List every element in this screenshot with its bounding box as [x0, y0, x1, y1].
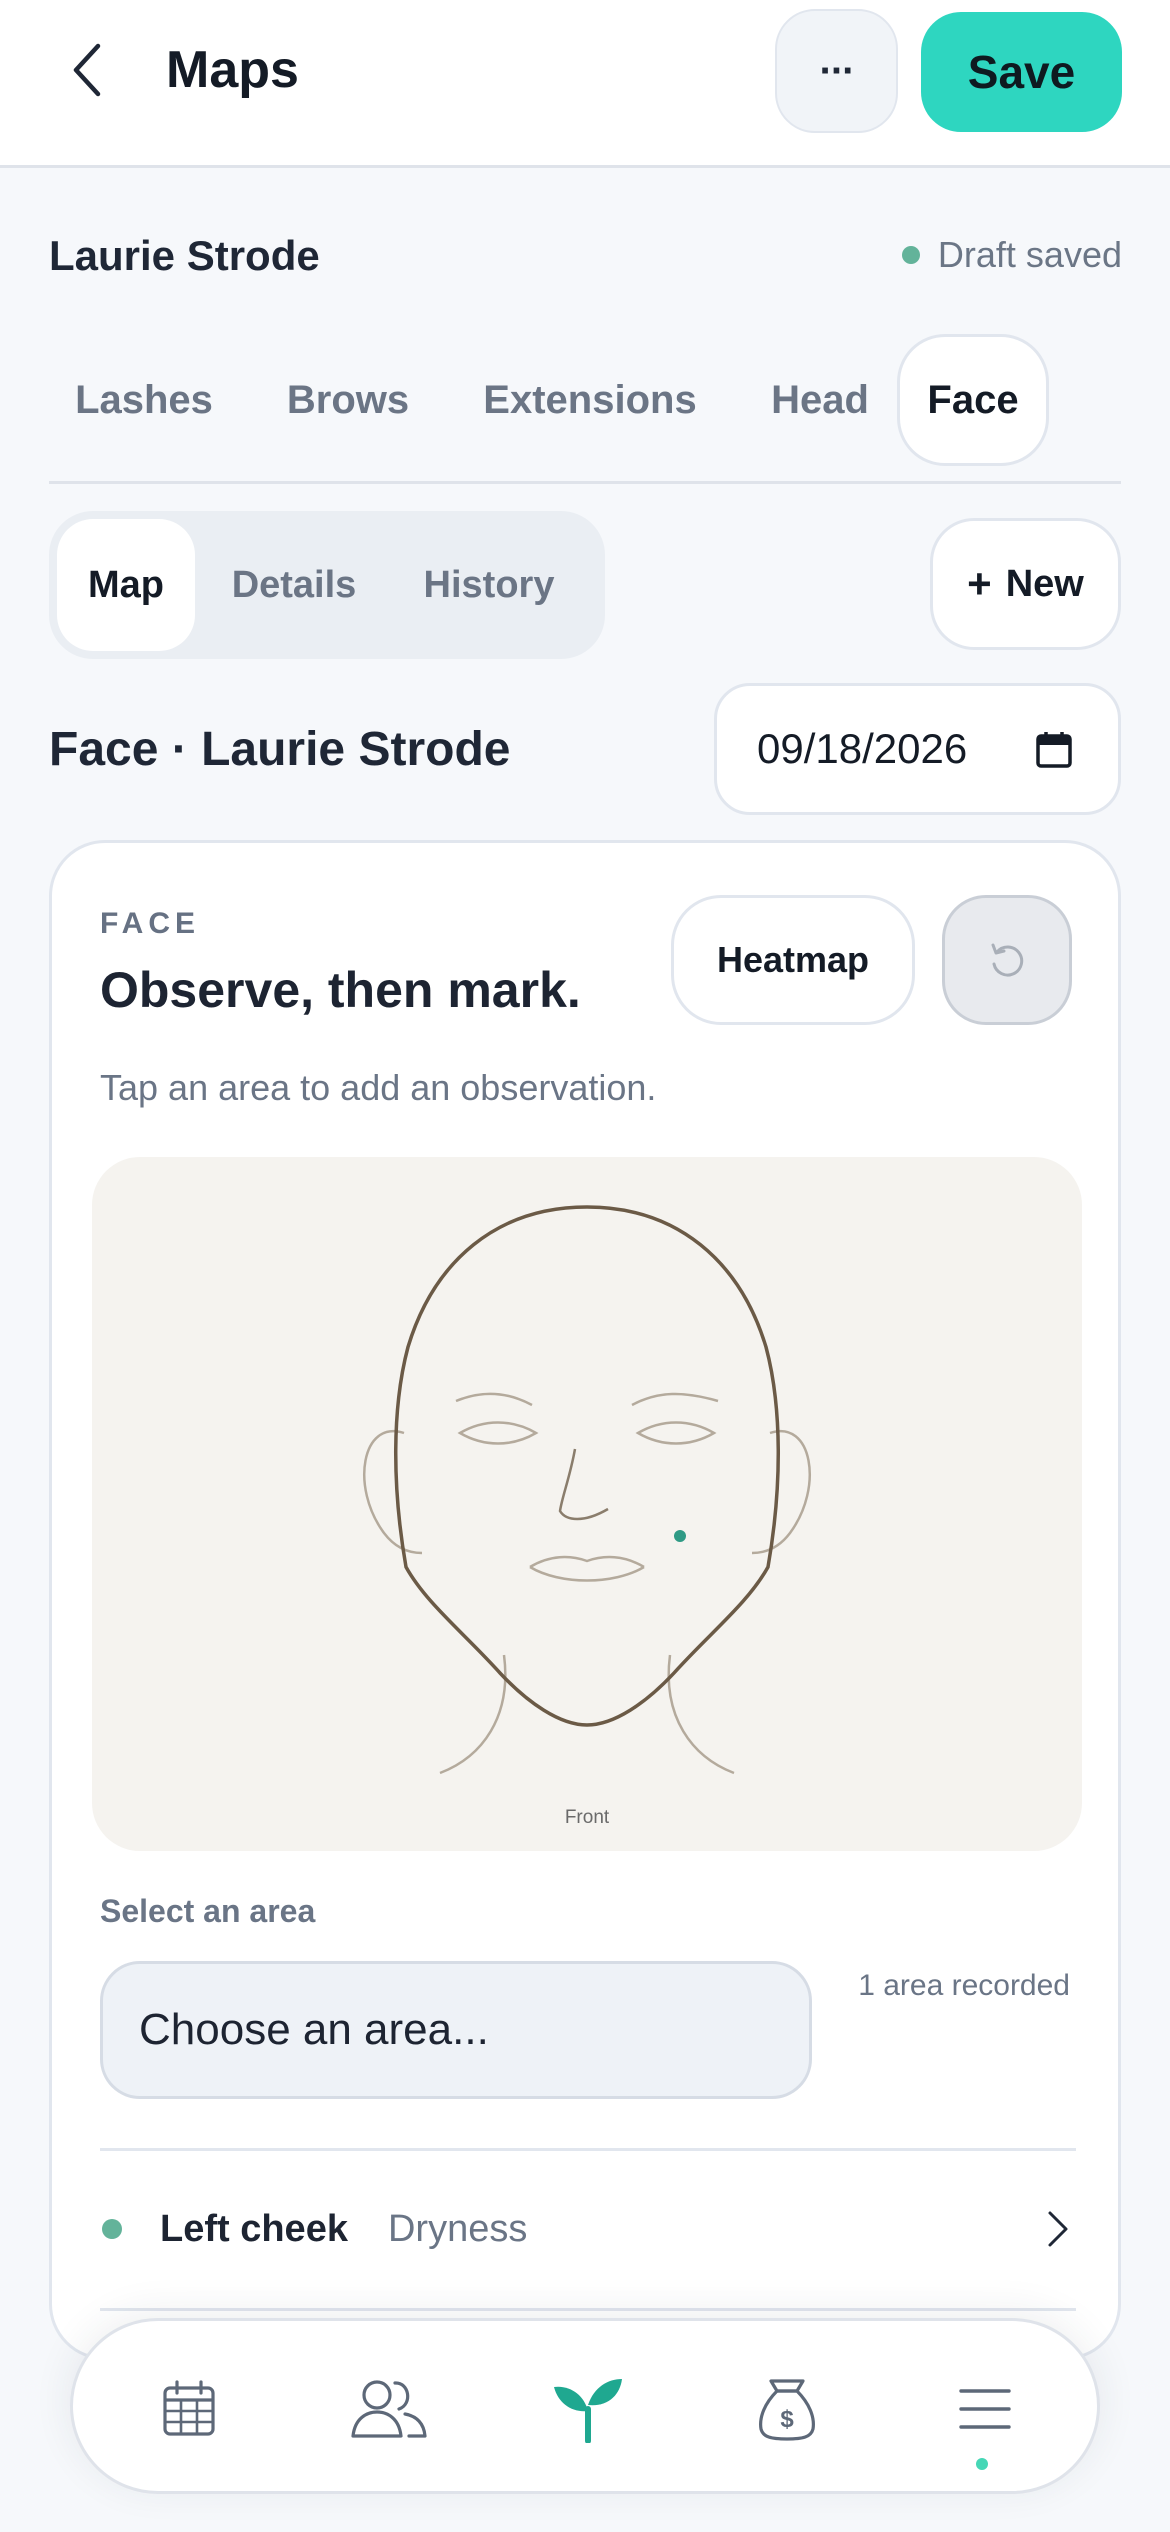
- undo-button[interactable]: [942, 895, 1072, 1025]
- nav-finance[interactable]: $: [727, 2349, 847, 2469]
- face-diagram[interactable]: Front: [92, 1157, 1082, 1851]
- undo-icon: [991, 943, 1024, 977]
- new-button-label: New: [1005, 562, 1084, 605]
- sprout-icon: [554, 2379, 622, 2443]
- neck-left: [439, 1654, 507, 1775]
- svg-text:$: $: [780, 2406, 794, 2433]
- back-button[interactable]: [52, 30, 124, 110]
- left-eyebrow[interactable]: [455, 1392, 533, 1407]
- right-eye[interactable]: [635, 1421, 717, 1445]
- area-count: 1 area recorded: [858, 1969, 1070, 2002]
- tab-history[interactable]: History: [389, 519, 589, 651]
- date-value: 09/18/2026: [757, 725, 968, 772]
- tab-map[interactable]: Map: [57, 519, 195, 651]
- calendar-icon[interactable]: [1034, 730, 1074, 770]
- upper-lip[interactable]: [529, 1555, 645, 1569]
- nav-menu[interactable]: [925, 2349, 1045, 2469]
- nose[interactable]: [558, 1448, 609, 1521]
- tab-details[interactable]: Details: [209, 519, 379, 651]
- area-select[interactable]: Choose an area...: [100, 1961, 812, 2099]
- area-select-placeholder: Choose an area...: [139, 2005, 489, 2054]
- bottom-navigation: $: [70, 2318, 1100, 2494]
- ellipsis-icon: ···: [819, 48, 856, 93]
- divider: [100, 2308, 1076, 2311]
- face-outline[interactable]: [393, 1205, 781, 1727]
- nav-calendar[interactable]: [129, 2349, 249, 2469]
- neck-right: [667, 1654, 735, 1775]
- money-bag-icon: $: [759, 2379, 815, 2441]
- more-options-button[interactable]: ···: [775, 9, 898, 133]
- clients-icon: [351, 2380, 427, 2438]
- nav-maps[interactable]: [528, 2349, 648, 2469]
- select-area-label: Select an area: [100, 1893, 316, 1929]
- chevron-left-icon: [73, 43, 101, 97]
- draft-status-text: Draft saved: [937, 234, 1122, 275]
- observation-row[interactable]: Left cheek Dryness: [100, 2169, 1076, 2289]
- menu-icon: [959, 2389, 1011, 2429]
- save-button[interactable]: Save: [921, 12, 1122, 132]
- observation-marker[interactable]: [674, 1530, 686, 1542]
- left-eye[interactable]: [457, 1421, 539, 1445]
- diagram-view-label: Front: [564, 1807, 610, 1828]
- right-ear[interactable]: [751, 1429, 811, 1555]
- divider: [100, 2148, 1076, 2151]
- card-heading: Observe, then mark.: [100, 962, 581, 1018]
- observation-note: Dryness: [387, 2207, 528, 2250]
- status-dot: [901, 246, 920, 264]
- draft-status: Draft saved: [901, 234, 1122, 276]
- service-tabs: Lashes Brows Extensions Head Face: [49, 332, 1121, 484]
- date-input[interactable]: 09/18/2026: [714, 683, 1121, 815]
- tab-head[interactable]: Head: [745, 334, 895, 466]
- nav-clients[interactable]: [329, 2349, 449, 2469]
- card-eyebrow: FACE: [100, 907, 201, 940]
- page-title: Maps: [166, 41, 299, 99]
- lower-lip[interactable]: [529, 1565, 645, 1582]
- right-eyebrow[interactable]: [631, 1392, 719, 1407]
- chevron-right-icon: [1048, 2211, 1068, 2247]
- map-title: Face · Laurie Strode: [49, 723, 511, 776]
- tab-extensions[interactable]: Extensions: [455, 334, 725, 466]
- left-ear[interactable]: [363, 1429, 423, 1555]
- calendar-icon: [163, 2380, 215, 2436]
- tab-lashes[interactable]: Lashes: [49, 334, 239, 466]
- nav-indicator-dot: [976, 2458, 988, 2470]
- heatmap-button[interactable]: Heatmap: [671, 895, 915, 1025]
- top-bar: Maps ··· Save: [0, 0, 1170, 168]
- tab-brows[interactable]: Brows: [267, 334, 429, 466]
- client-name: Laurie Strode: [49, 232, 320, 279]
- plus-icon: +: [967, 560, 992, 607]
- card-subtitle: Tap an area to add an observation.: [100, 1067, 657, 1108]
- new-map-button[interactable]: + New: [930, 518, 1121, 650]
- face-map-card: FACE Observe, then mark. Heatmap Tap an …: [49, 840, 1121, 2360]
- observation-area: Left cheek: [160, 2207, 348, 2250]
- view-segmented-control: Map Details History: [49, 511, 605, 659]
- tab-face[interactable]: Face: [897, 334, 1049, 466]
- observation-dot: [102, 2219, 122, 2239]
